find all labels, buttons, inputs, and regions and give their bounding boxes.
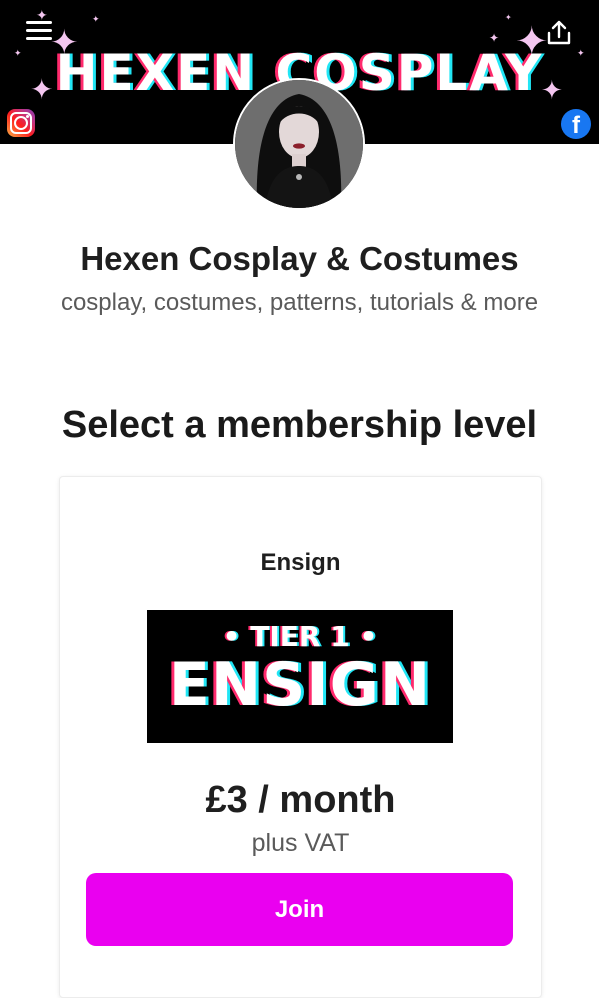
instagram-icon[interactable] (7, 109, 35, 137)
sparkle-icon: ✦ (505, 13, 512, 22)
menu-icon[interactable] (26, 21, 52, 43)
tier-price: £3 / month (205, 779, 396, 821)
creator-avatar (233, 78, 365, 210)
join-button[interactable]: Join (86, 873, 513, 946)
creator-name: Hexen Cosplay & Costumes (80, 240, 519, 277)
facebook-icon[interactable]: f (561, 109, 591, 139)
tier-price-note: plus VAT (251, 829, 350, 857)
tier-image: • TIER 1 • ENSIGN (147, 610, 453, 743)
avatar-portrait (235, 80, 363, 208)
sparkle-icon: ✦ (92, 15, 100, 25)
share-icon[interactable] (544, 18, 574, 48)
creator-tagline: cosplay, costumes, patterns, tutorials &… (60, 289, 539, 316)
tier-image-subtitle: • TIER 1 • (222, 620, 378, 653)
tier-image-title: ENSIGN (168, 650, 432, 720)
tier-name: Ensign (260, 549, 341, 576)
membership-heading: Select a membership level (61, 404, 538, 446)
sparkle-icon: ✦ (489, 31, 500, 45)
